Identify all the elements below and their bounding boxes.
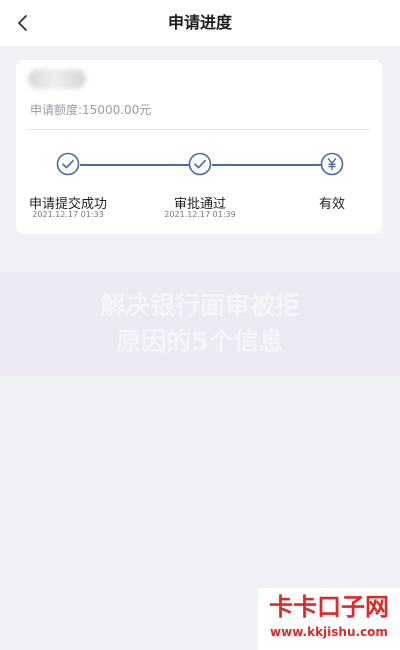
application-card: 申请额度:15000.00元 申请提交成功 2021.12.17 01:33 审…	[16, 60, 382, 234]
progress-step-approved	[188, 152, 212, 176]
divider	[28, 129, 370, 130]
site-logo-brand: 卡卡口子网	[269, 593, 389, 621]
check-circle-icon	[188, 152, 212, 176]
applicant-name-blurred	[28, 69, 86, 89]
watermark-text: 解决银行面审被拒 原因的5个信息	[0, 288, 400, 360]
application-amount: 申请额度:15000.00元	[30, 103, 152, 117]
step-time-submitted: 2021.12.17 01:33	[32, 210, 104, 219]
site-logo: 卡卡口子网 www.kkjishu.com	[258, 588, 400, 650]
watermark-line-2: 原因的5个信息	[116, 327, 284, 356]
progress-step-valid	[320, 152, 344, 176]
yen-circle-icon	[320, 152, 344, 176]
progress-line-1	[80, 164, 199, 166]
progress-step-submitted	[56, 152, 80, 176]
step-time-approved: 2021.12.17 01:39	[164, 210, 236, 219]
step-label-valid: 有效	[318, 197, 345, 212]
watermark-line-1: 解决银行面审被拒	[99, 291, 300, 320]
page-title: 申请进度	[167, 13, 232, 32]
site-logo-url: www.kkjishu.com	[270, 625, 388, 639]
progress-line-2	[212, 164, 331, 166]
top-bar: 申请进度	[0, 0, 400, 46]
check-circle-icon	[56, 152, 80, 176]
